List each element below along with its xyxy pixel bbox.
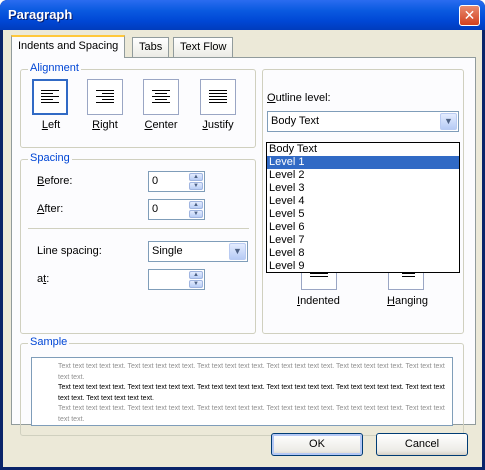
window-title: Paragraph — [8, 7, 73, 22]
tab-indents-and-spacing[interactable]: Indents and Spacing — [11, 35, 126, 58]
close-icon: ✕ — [463, 7, 476, 23]
outline-option-level-1[interactable]: Level 1 — [267, 156, 459, 169]
outline-level-value: Body Text — [271, 115, 320, 127]
close-button[interactable]: ✕ — [459, 5, 480, 26]
justify-icon — [209, 90, 227, 103]
after-label: After: — [37, 203, 64, 215]
align-center-button[interactable] — [143, 79, 179, 115]
outline-option-level-7[interactable]: Level 7 — [267, 234, 459, 247]
tab-text-flow[interactable]: Text Flow — [173, 37, 234, 57]
align-left-label: Left — [41, 119, 61, 131]
sample-current-paragraph: Text text text text text. Text text text… — [58, 384, 445, 402]
title-bar[interactable]: Paragraph ✕ — [0, 0, 485, 30]
after-value: 0 — [152, 203, 159, 215]
outline-level-select[interactable]: Body Text ▼ — [267, 111, 459, 132]
after-down-button[interactable]: ▼ — [189, 210, 203, 218]
sample-group: Sample Text text text text text. Text te… — [20, 336, 464, 436]
line-spacing-value: Single — [152, 245, 183, 257]
spacing-group: Spacing Before: 0 ▲ ▼ After: 0 ▲ ▼ Line … — [20, 152, 256, 334]
chevron-down-icon[interactable]: ▼ — [229, 243, 246, 260]
align-left-button[interactable] — [32, 79, 68, 115]
outline-option-level-4[interactable]: Level 4 — [267, 195, 459, 208]
line-spacing-select[interactable]: Single ▼ — [148, 241, 248, 262]
sample-previous-paragraph: Text text text text text. Text text text… — [58, 363, 445, 381]
align-left-icon — [41, 90, 59, 103]
chevron-down-icon[interactable]: ▼ — [440, 113, 457, 130]
tab-tabs[interactable]: Tabs — [132, 37, 170, 57]
at-spinner[interactable]: ▲ ▼ — [148, 269, 205, 290]
at-label: at: — [37, 273, 50, 285]
before-value: 0 — [152, 175, 159, 187]
alignment-group: Alignment Left Right Center Justify — [20, 62, 256, 148]
outline-option-body-text[interactable]: Body Text — [267, 143, 459, 156]
sample-next-paragraph: Text text text text text. Text text text… — [58, 405, 445, 423]
before-up-button[interactable]: ▲ — [189, 173, 203, 181]
sample-group-label: Sample — [28, 336, 70, 348]
alignment-group-label: Alignment — [28, 62, 81, 74]
align-right-label: Right — [92, 119, 118, 131]
spacing-divider — [28, 228, 249, 229]
outline-level-label: Outline level: — [267, 92, 331, 104]
paragraph-dialog: Paragraph ✕ Indents and Spacing Tabs Tex… — [0, 0, 485, 470]
ok-button[interactable]: OK — [271, 433, 363, 456]
sample-preview: Text text text text text. Text text text… — [31, 357, 453, 426]
dialog-client: Indents and Spacing Tabs Text Flow Align… — [3, 30, 482, 467]
after-spinner[interactable]: 0 ▲ ▼ — [148, 199, 205, 220]
outline-option-level-6[interactable]: Level 6 — [267, 221, 459, 234]
before-spinner[interactable]: 0 ▲ ▼ — [148, 171, 205, 192]
align-center-label: Center — [144, 119, 178, 131]
align-justify-button[interactable] — [200, 79, 236, 115]
outline-option-level-8[interactable]: Level 8 — [267, 247, 459, 260]
outline-level-dropdown: Body Text Level 1 Level 2 Level 3 Level … — [266, 142, 460, 273]
align-right-icon — [96, 90, 114, 103]
at-down-button[interactable]: ▼ — [189, 280, 203, 288]
align-justify-label: Justify — [202, 119, 234, 131]
align-center-icon — [152, 90, 170, 103]
line-spacing-label: Line spacing: — [37, 245, 102, 257]
outline-option-level-2[interactable]: Level 2 — [267, 169, 459, 182]
hanging-label: Hanging — [387, 295, 428, 307]
indented-label: Indented — [297, 295, 340, 307]
cancel-button[interactable]: Cancel — [376, 433, 468, 456]
outline-option-level-3[interactable]: Level 3 — [267, 182, 459, 195]
before-down-button[interactable]: ▼ — [189, 182, 203, 190]
outline-option-level-9[interactable]: Level 9 — [267, 260, 459, 273]
align-right-button[interactable] — [87, 79, 123, 115]
before-label: Before: — [37, 175, 73, 187]
outline-option-level-5[interactable]: Level 5 — [267, 208, 459, 221]
at-up-button[interactable]: ▲ — [189, 271, 203, 279]
spacing-group-label: Spacing — [28, 152, 72, 164]
after-up-button[interactable]: ▲ — [189, 201, 203, 209]
tab-panel: Alignment Left Right Center Justify Spac… — [11, 57, 476, 436]
